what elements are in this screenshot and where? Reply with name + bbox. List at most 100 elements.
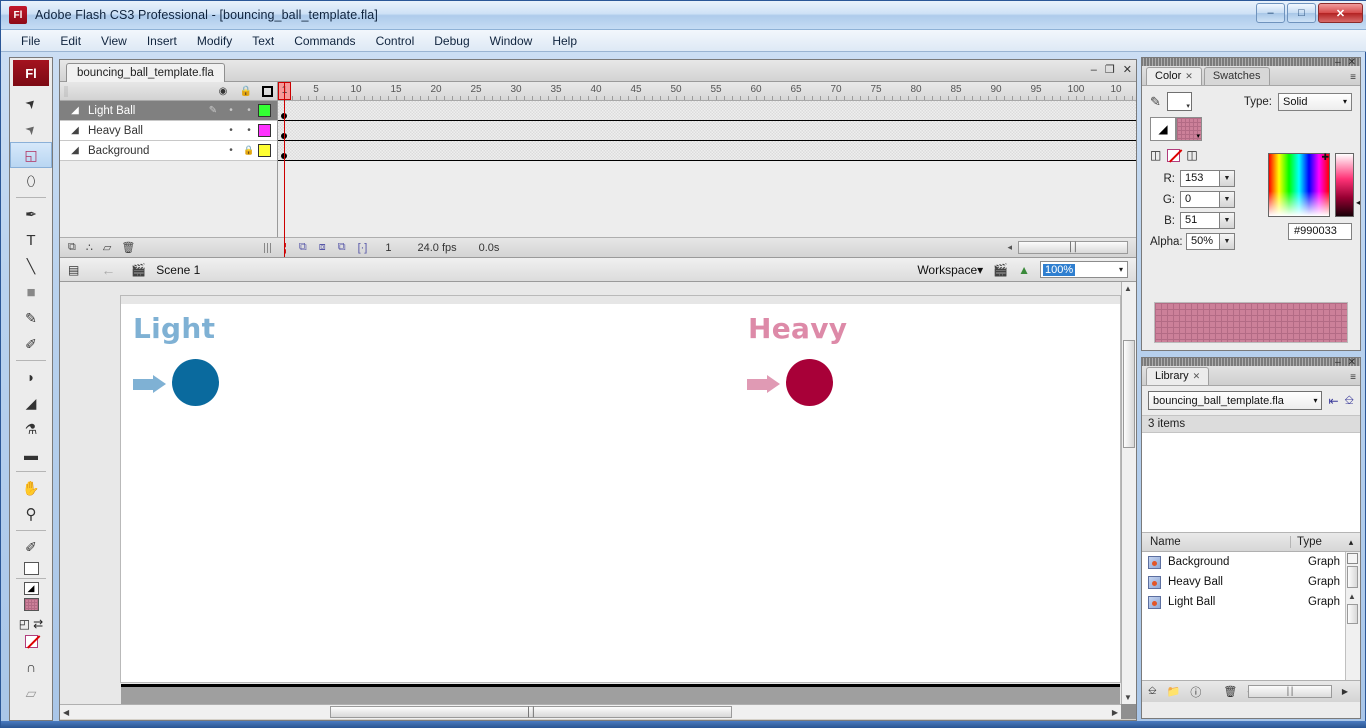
edit-symbol-icon[interactable]: ▲: [1018, 263, 1030, 277]
column-header-name[interactable]: Name: [1142, 536, 1290, 548]
library-panel-minimize[interactable]: –: [1335, 357, 1341, 368]
fill-type-select[interactable]: Solid ▾: [1278, 92, 1352, 111]
brush-tool[interactable]: ✐: [10, 331, 52, 357]
layer-row-light-ball[interactable]: ◢ Light Ball ✎ • •: [60, 101, 277, 121]
layer-locked-icon[interactable]: 🔒: [240, 145, 258, 156]
layer-outline-color[interactable]: [258, 124, 271, 137]
layer-outline-color[interactable]: [258, 104, 271, 117]
green-stepper[interactable]: ▼: [1220, 191, 1235, 208]
stage-horizontal-scrollbar[interactable]: ◀ ⎮⎮ ▶: [60, 704, 1121, 719]
edit-multiple-frames-button[interactable]: ⧉: [338, 241, 346, 254]
frame-row-background[interactable]: [278, 141, 1136, 161]
color-panel-close[interactable]: ✕: [1348, 57, 1356, 68]
library-row-light-ball[interactable]: Light Ball Graph: [1142, 592, 1360, 612]
no-color-icon[interactable]: [24, 635, 38, 648]
skew-option-tool[interactable]: ▱: [10, 680, 52, 706]
library-scroll-right-arrow-icon[interactable]: ▶: [1342, 687, 1348, 696]
eraser-tool[interactable]: ▬: [10, 442, 52, 468]
stage-area[interactable]: Light Heavy ▲ ▼ ◀ ⎮⎮ ▶: [60, 282, 1136, 719]
doc-close-button[interactable]: ✕: [1123, 63, 1132, 76]
onion-skin-outlines-button[interactable]: ⧈: [319, 241, 326, 254]
outline-icon[interactable]: [262, 85, 273, 97]
symbol-properties-button[interactable]: ⓘ: [1190, 684, 1201, 700]
zoom-level-combobox[interactable]: 100% ▾: [1040, 261, 1128, 278]
fill-color-chip[interactable]: ▾: [1176, 117, 1202, 141]
library-scroll-thumb-2[interactable]: [1347, 604, 1358, 624]
menu-modify[interactable]: Modify: [187, 32, 242, 50]
stage-ball-heavy[interactable]: [786, 359, 833, 406]
library-row-heavy-ball[interactable]: Heavy Ball Graph: [1142, 572, 1360, 592]
library-panel-menu-icon[interactable]: ≡: [1350, 372, 1356, 383]
frame-row-light-ball[interactable]: [278, 101, 1136, 121]
layer-outline-color[interactable]: [258, 144, 271, 157]
alpha-stepper[interactable]: ▼: [1220, 233, 1235, 250]
sort-toggle-icon[interactable]: ▴: [1342, 537, 1360, 548]
stage-vertical-scrollbar[interactable]: ▲ ▼: [1121, 282, 1136, 704]
fill-bucket-icon[interactable]: ◢: [23, 582, 39, 595]
hand-tool[interactable]: ✋: [10, 475, 52, 501]
color-panel-grip-icon[interactable]: [1142, 58, 1360, 66]
free-transform-tool[interactable]: ◱: [10, 142, 52, 168]
lasso-tool[interactable]: ⬯: [10, 168, 52, 194]
library-panel-close[interactable]: ✕: [1348, 357, 1356, 368]
menu-insert[interactable]: Insert: [137, 32, 187, 50]
library-panel-grip-icon[interactable]: [1142, 358, 1360, 366]
modify-onion-markers-button[interactable]: [·]: [358, 242, 368, 254]
paint-bucket-tool[interactable]: ◢: [10, 390, 52, 416]
layer-row-heavy-ball[interactable]: ◢ Heavy Ball • •: [60, 121, 277, 141]
frame-row-heavy-ball[interactable]: [278, 121, 1136, 141]
frame-rate-indicator[interactable]: 24.0 fps: [417, 242, 456, 254]
layer-resize-grip-icon[interactable]: [264, 243, 272, 253]
red-input[interactable]: 153: [1180, 170, 1220, 187]
menu-control[interactable]: Control: [366, 32, 425, 50]
layer-visibility-toggle[interactable]: •: [222, 145, 240, 156]
menu-help[interactable]: Help: [542, 32, 587, 50]
library-scroll-thumb[interactable]: [1347, 566, 1358, 588]
layer-lock-toggle[interactable]: •: [240, 105, 258, 116]
pasteboard[interactable]: Light Heavy: [60, 282, 1121, 719]
timeline-ruler[interactable]: 1 51015202530354045505560657075808590951…: [278, 82, 1136, 101]
swap-colors-icon[interactable]: ⇄: [33, 617, 43, 631]
workspace-menu-button[interactable]: Workspace▾: [917, 263, 983, 277]
layer-visibility-toggle[interactable]: •: [222, 105, 240, 116]
pin-icon[interactable]: ⇤: [1328, 394, 1338, 408]
maximize-button[interactable]: □: [1287, 3, 1316, 23]
new-folder-button[interactable]: 📁: [1167, 685, 1181, 698]
text-tool[interactable]: T: [10, 227, 52, 253]
vertical-scroll-thumb[interactable]: [1123, 340, 1135, 448]
brightness-marker-icon[interactable]: ◂: [1356, 198, 1360, 207]
lock-icon[interactable]: 🔒: [239, 86, 253, 97]
close-icon[interactable]: ✕: [1193, 371, 1201, 381]
line-tool[interactable]: ╲: [10, 253, 52, 279]
timeline-scroll-left-arrow[interactable]: ◂: [1007, 242, 1012, 253]
menu-window[interactable]: Window: [480, 32, 543, 50]
zoom-tool[interactable]: ⚲: [10, 501, 52, 527]
scroll-down-arrow-icon[interactable]: ▼: [1124, 693, 1132, 702]
eye-icon[interactable]: ◉: [216, 86, 230, 97]
new-folder-button[interactable]: ▱: [103, 241, 111, 254]
no-color-icon[interactable]: [1167, 148, 1181, 162]
subselection-tool[interactable]: ➤: [10, 116, 52, 142]
green-input[interactable]: 0: [1180, 191, 1220, 208]
close-button[interactable]: ✕: [1318, 3, 1363, 23]
timeline-horizontal-scrollbar[interactable]: ⎮⎮: [1018, 241, 1128, 254]
library-scroll-box[interactable]: [1347, 553, 1358, 564]
horizontal-scroll-thumb[interactable]: ⎮⎮: [330, 706, 732, 718]
snap-to-objects-tool[interactable]: ∩: [10, 654, 52, 680]
library-document-select[interactable]: bouncing_ball_template.fla ▾: [1148, 391, 1323, 410]
library-vertical-scrollbar[interactable]: ▲: [1345, 552, 1360, 680]
layer-row-background[interactable]: ◢ Background • 🔒: [60, 141, 277, 161]
menu-view[interactable]: View: [91, 32, 137, 50]
fill-bucket-icon[interactable]: ◢: [1150, 117, 1176, 141]
stroke-color-swatch[interactable]: [23, 562, 39, 575]
ink-bottle-tool[interactable]: ◗: [10, 364, 52, 390]
red-stepper[interactable]: ▼: [1220, 170, 1235, 187]
swap-colors-icon[interactable]: ◫: [1186, 148, 1197, 162]
menu-edit[interactable]: Edit: [50, 32, 91, 50]
delete-layer-button[interactable]: 🗑: [121, 241, 135, 254]
library-row-background[interactable]: Background Graph: [1142, 552, 1360, 572]
layer-lock-toggle[interactable]: •: [240, 125, 258, 136]
stage-ball-light[interactable]: [172, 359, 219, 406]
minimize-button[interactable]: –: [1256, 3, 1285, 23]
menu-commands[interactable]: Commands: [284, 32, 365, 50]
